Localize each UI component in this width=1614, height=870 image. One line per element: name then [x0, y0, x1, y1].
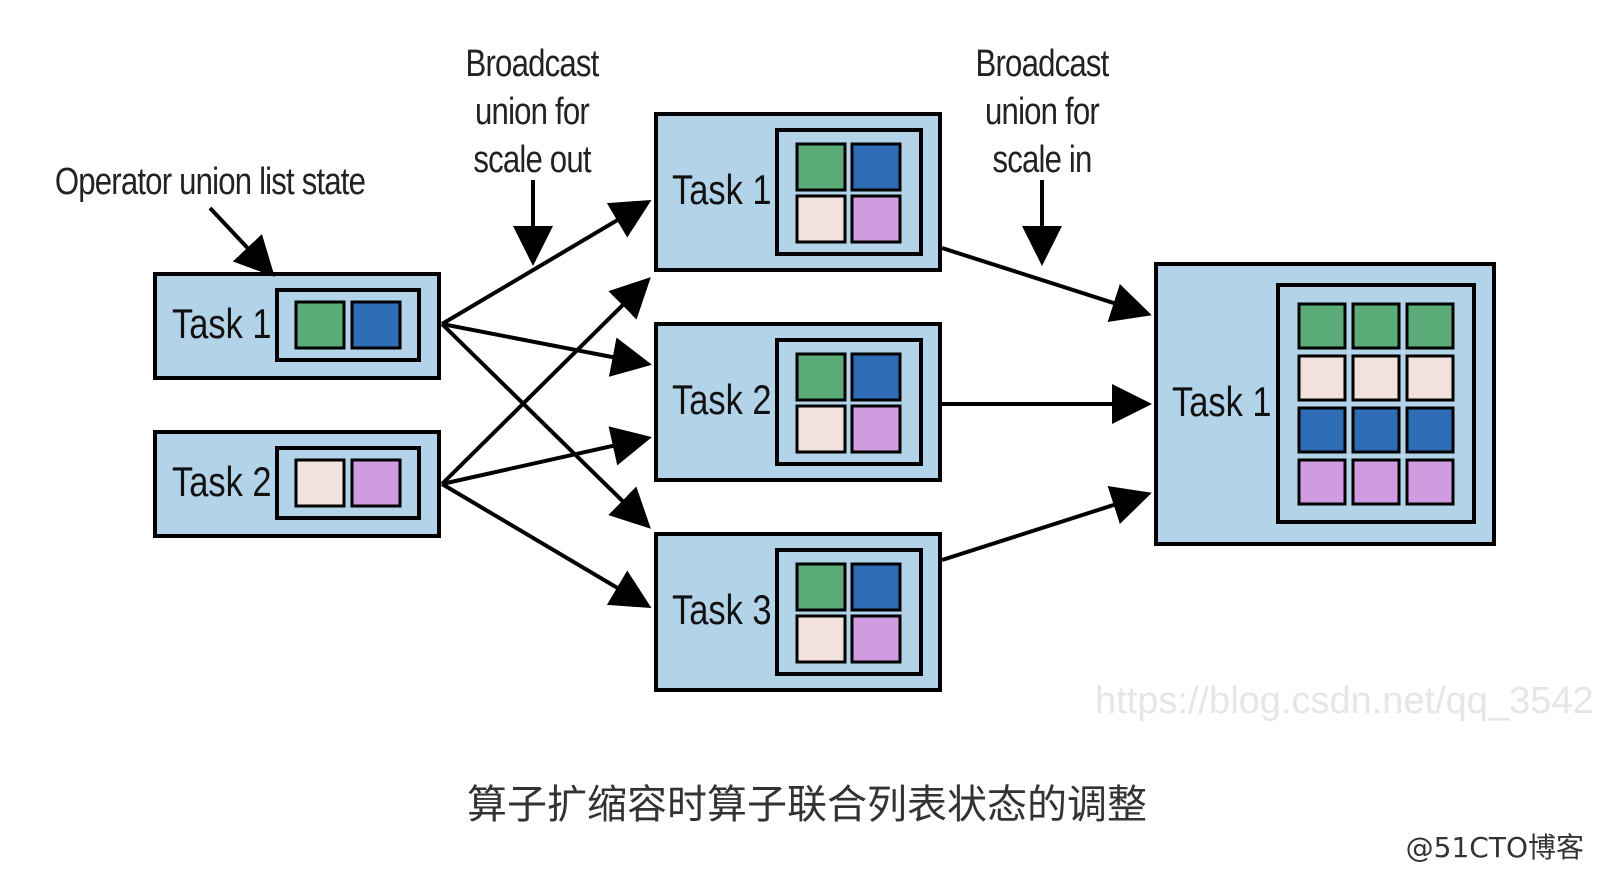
arrow-l2-m2: [441, 426, 652, 486]
state-cell-pink: [1405, 354, 1455, 402]
state-cell-purple: [850, 194, 902, 244]
state-cell-purple: [850, 614, 902, 664]
arrow-operator-state: [208, 206, 275, 277]
arrow-m1-r1: [941, 246, 1152, 323]
watermark-text: https://blog.csdn.net/qq_3542: [1095, 680, 1594, 722]
mid-task1-label: Task 1: [672, 166, 772, 213]
scale-out-line-1: Broadcast: [465, 43, 600, 85]
figure-caption: 算子扩缩容时算子联合列表状态的调整: [467, 782, 1147, 828]
state-cell-blue: [1297, 406, 1347, 454]
state-cell-pink: [1297, 354, 1347, 402]
state-cell-blue: [850, 352, 902, 402]
state-cell-purple: [350, 458, 402, 508]
scale-in-line-1: Broadcast: [975, 43, 1110, 85]
arrow-l1-m3: [440, 322, 651, 529]
state-cell-green: [1351, 302, 1401, 350]
scale-in-label: Broadcast union for scale in: [960, 40, 1124, 184]
state-cell-purple: [1351, 458, 1401, 506]
right-task1-label: Task 1: [1172, 378, 1272, 425]
state-cell-pink: [795, 614, 847, 664]
scale-in-line-2: union for: [985, 91, 1100, 133]
mid-task3-label: Task 3: [672, 586, 772, 633]
diagram-canvas: [153, 112, 1496, 692]
state-cell-pink: [795, 404, 847, 454]
scale-out-line-2: union for: [475, 91, 590, 133]
arrow-l1-m1: [440, 199, 652, 326]
arrow-l2-m3: [440, 482, 652, 609]
state-cell-blue: [1351, 406, 1401, 454]
scale-out-line-3: scale out: [473, 139, 591, 181]
state-cell-blue: [850, 142, 902, 192]
state-cell-green: [294, 300, 346, 350]
scale-out-label: Broadcast union for scale out: [450, 40, 614, 184]
mid-task2-label: Task 2: [672, 376, 772, 423]
state-cell-pink: [294, 458, 346, 508]
state-cell-blue: [1405, 406, 1455, 454]
state-cell-pink: [795, 194, 847, 244]
operator-state-label: Operator union list state: [54, 161, 366, 203]
state-cell-green: [795, 352, 847, 402]
arrow-l2-m1: [440, 277, 651, 486]
source-footer: @51CTO博客: [1405, 831, 1584, 864]
state-cell-green: [1405, 302, 1455, 350]
state-cell-blue: [850, 562, 902, 612]
state-cell-green: [1297, 302, 1347, 350]
left-task2-label: Task 2: [172, 458, 272, 505]
state-cell-green: [795, 562, 847, 612]
state-cell-pink: [1351, 354, 1401, 402]
state-cell-purple: [1297, 458, 1347, 506]
arrow-m3-r1: [941, 485, 1152, 562]
state-cell-green: [795, 142, 847, 192]
arrow-l1-m2: [441, 322, 652, 377]
scale-in-line-3: scale in: [992, 139, 1092, 181]
state-cell-purple: [850, 404, 902, 454]
left-task1-label: Task 1: [172, 300, 272, 347]
state-cell-purple: [1405, 458, 1455, 506]
state-cell-blue: [350, 300, 402, 350]
